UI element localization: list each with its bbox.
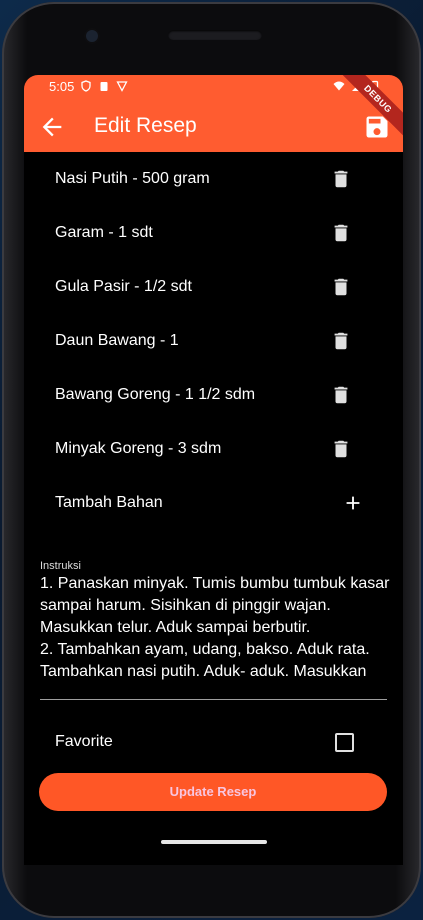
- update-recipe-button[interactable]: Update Resep: [39, 773, 387, 811]
- clipboard-icon: [100, 82, 108, 91]
- plus-icon[interactable]: [342, 492, 364, 514]
- ingredient-label: Daun Bawang - 1: [55, 332, 179, 349]
- app-screen: 5:05 Edit Resep DEBUG Nasi Putih - 500 g…: [24, 75, 403, 865]
- ingredient-item: Nasi Putih - 500 gram: [24, 152, 403, 206]
- vpn-icon: [116, 81, 128, 92]
- ingredient-item: Garam - 1 sdt: [24, 206, 403, 260]
- ingredient-item: Daun Bawang - 1: [24, 314, 403, 368]
- shield-icon: [81, 80, 91, 92]
- ingredient-item: Minyak Goreng - 3 sdm: [24, 422, 403, 476]
- ingredient-item: Gula Pasir - 1/2 sdt: [24, 260, 403, 314]
- instructions-label: Instruksi: [40, 560, 81, 572]
- add-ingredient-label: Tambah Bahan: [55, 494, 163, 511]
- back-arrow-icon[interactable]: [38, 113, 66, 141]
- instructions-field[interactable]: 1. Panaskan minyak. Tumis bumbu tumbuk k…: [40, 573, 390, 689]
- status-notification-icons: [80, 80, 128, 92]
- trash-icon[interactable]: [330, 222, 352, 244]
- instructions-underline: [40, 699, 387, 700]
- wifi-icon: [333, 81, 345, 91]
- front-camera: [86, 30, 98, 42]
- favorite-row[interactable]: Favorite: [24, 715, 403, 769]
- favorite-checkbox[interactable]: [335, 733, 354, 752]
- trash-icon[interactable]: [330, 276, 352, 298]
- add-ingredient-row[interactable]: Tambah Bahan: [24, 476, 403, 530]
- page-title: Edit Resep: [94, 114, 197, 137]
- ingredient-label: Garam - 1 sdt: [55, 224, 153, 241]
- home-indicator[interactable]: [161, 840, 267, 844]
- ingredient-label: Nasi Putih - 500 gram: [55, 170, 210, 187]
- favorite-label: Favorite: [55, 733, 113, 750]
- trash-icon[interactable]: [330, 168, 352, 190]
- phone-frame: 5:05 Edit Resep DEBUG Nasi Putih - 500 g…: [2, 2, 421, 918]
- trash-icon[interactable]: [330, 330, 352, 352]
- ingredient-label: Minyak Goreng - 3 sdm: [55, 440, 222, 457]
- trash-icon[interactable]: [330, 438, 352, 460]
- earpiece-speaker: [168, 30, 262, 40]
- app-bar: 5:05 Edit Resep DEBUG: [24, 75, 403, 152]
- ingredient-label: Gula Pasir - 1/2 sdt: [55, 278, 192, 295]
- ingredient-label: Bawang Goreng - 1 1/2 sdm: [55, 386, 256, 403]
- trash-icon[interactable]: [330, 384, 352, 406]
- status-time: 5:05: [49, 79, 75, 94]
- ingredient-item: Bawang Goreng - 1 1/2 sdm: [24, 368, 403, 422]
